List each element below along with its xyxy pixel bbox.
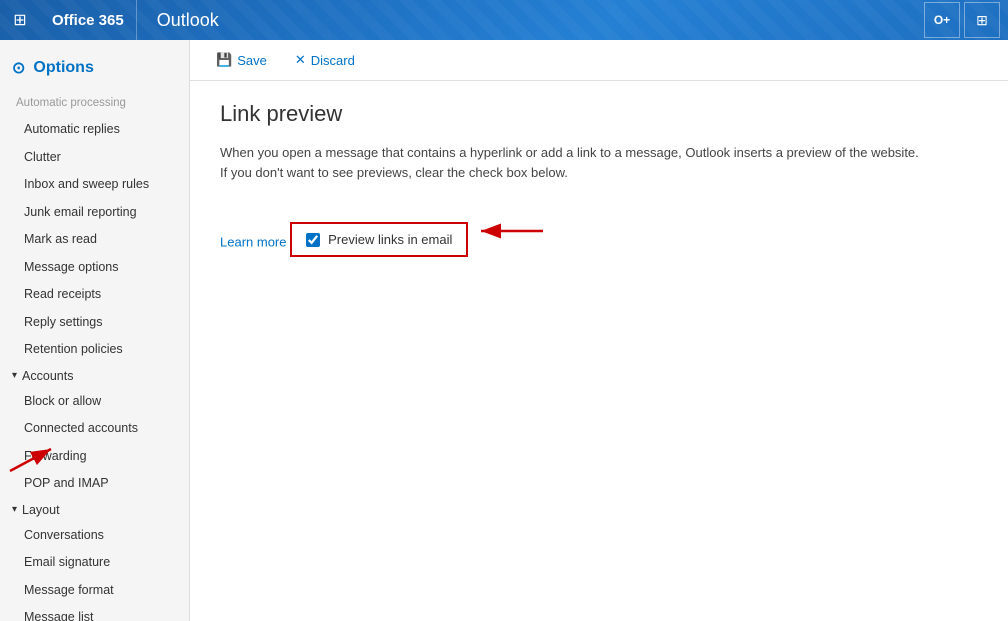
sidebar: ⊙ Options Automatic processing Automatic… bbox=[0, 40, 190, 621]
preview-links-checkbox-area[interactable]: Preview links in email bbox=[290, 222, 468, 257]
top-bar: ⊞ Office 365 Outlook O+ ⊞ bbox=[0, 0, 1008, 40]
red-arrow-annotation bbox=[473, 216, 548, 246]
discard-label: Discard bbox=[311, 53, 355, 68]
brand-text: Office 365 bbox=[52, 12, 124, 29]
content-body: Link preview When you open a message tha… bbox=[190, 81, 1008, 277]
sidebar-item-retention-policies[interactable]: Retention policies bbox=[0, 336, 189, 364]
sidebar-item-pop-imap[interactable]: POP and IMAP bbox=[0, 470, 189, 498]
sidebar-item-reply-settings[interactable]: Reply settings bbox=[0, 309, 189, 337]
sidebar-item-email-signature[interactable]: Email signature bbox=[0, 549, 189, 577]
sidebar-item-conversations[interactable]: Conversations bbox=[0, 522, 189, 550]
checkbox-label: Preview links in email bbox=[328, 232, 452, 247]
accounts-section-label: Accounts bbox=[22, 369, 73, 383]
layout-section-header[interactable]: ▾ Layout bbox=[0, 498, 189, 522]
layout-section-label: Layout bbox=[22, 503, 60, 517]
sidebar-item-message-options[interactable]: Message options bbox=[0, 254, 189, 282]
layout-collapse-icon: ▾ bbox=[12, 504, 17, 515]
save-icon: 💾 bbox=[216, 52, 232, 68]
sidebar-item-mark-as-read[interactable]: Mark as read bbox=[0, 226, 189, 254]
main-layout: ⊙ Options Automatic processing Automatic… bbox=[0, 40, 1008, 621]
brand-area[interactable]: Office 365 bbox=[40, 0, 137, 40]
discard-button[interactable]: ✕ Discard bbox=[289, 48, 361, 72]
accounts-section-header[interactable]: ▾ Accounts bbox=[0, 364, 189, 388]
discard-icon: ✕ bbox=[295, 52, 306, 68]
sidebar-item-message-format[interactable]: Message format bbox=[0, 577, 189, 605]
preview-links-checkbox[interactable] bbox=[306, 233, 320, 247]
sidebar-item-message-list[interactable]: Message list bbox=[0, 604, 189, 621]
learn-more-link[interactable]: Learn more bbox=[220, 235, 286, 250]
sidebar-item-automatic-processing[interactable]: Automatic processing bbox=[0, 90, 189, 116]
save-label: Save bbox=[237, 53, 267, 68]
page-wrapper: ⊞ Office 365 Outlook O+ ⊞ ⊙ Options Auto… bbox=[0, 0, 1008, 621]
save-button[interactable]: 💾 Save bbox=[210, 48, 273, 72]
waffle-icon[interactable]: ⊞ bbox=[0, 0, 40, 40]
sidebar-item-forwarding[interactable]: Forwarding bbox=[0, 443, 189, 471]
sidebar-item-inbox-sweep[interactable]: Inbox and sweep rules bbox=[0, 171, 189, 199]
sidebar-item-connected-accounts[interactable]: Connected accounts bbox=[0, 415, 189, 443]
sidebar-item-block-allow[interactable]: Block or allow bbox=[0, 388, 189, 416]
grid-icon[interactable]: ⊞ bbox=[964, 2, 1000, 38]
sidebar-item-automatic-replies[interactable]: Automatic replies bbox=[0, 116, 189, 144]
outlook-icon[interactable]: O+ bbox=[924, 2, 960, 38]
content-area: 💾 Save ✕ Discard Link preview When you o… bbox=[190, 40, 1008, 621]
options-label: Options bbox=[33, 59, 93, 77]
options-header[interactable]: ⊙ Options bbox=[0, 48, 189, 90]
sidebar-item-read-receipts[interactable]: Read receipts bbox=[0, 281, 189, 309]
sidebar-item-junk-email[interactable]: Junk email reporting bbox=[0, 199, 189, 227]
page-title: Link preview bbox=[220, 101, 978, 127]
description-text: When you open a message that contains a … bbox=[220, 143, 920, 182]
accounts-collapse-icon: ▾ bbox=[12, 370, 17, 381]
app-name: Outlook bbox=[137, 10, 239, 31]
sidebar-item-clutter[interactable]: Clutter bbox=[0, 144, 189, 172]
back-arrow-icon: ⊙ bbox=[12, 58, 25, 78]
top-bar-icons: O+ ⊞ bbox=[920, 2, 1008, 38]
toolbar: 💾 Save ✕ Discard bbox=[190, 40, 1008, 81]
